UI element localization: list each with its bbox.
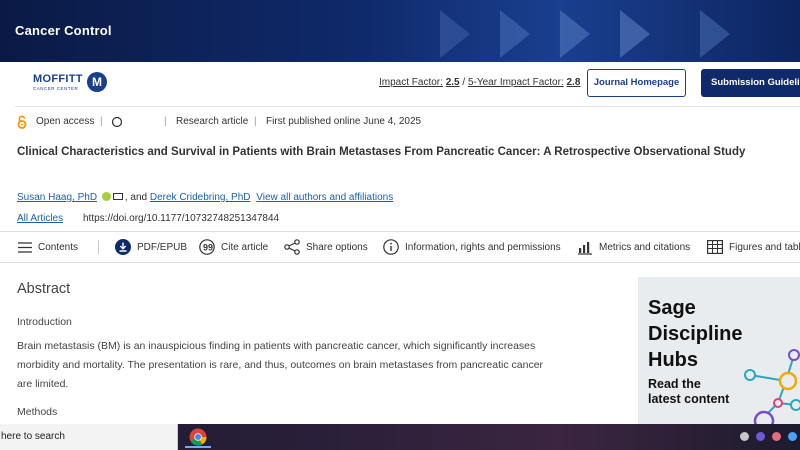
menu-icon xyxy=(18,241,32,253)
author-conjunction: , and xyxy=(124,192,148,203)
page: Cancer Control MOFFITT CANCER CENTER M I… xyxy=(0,0,800,450)
ad-headline: Sage Discipline Hubs xyxy=(648,295,742,373)
orcid-icon[interactable] xyxy=(101,192,111,201)
five-year-impact-value[interactable]: 2.8 xyxy=(567,77,581,88)
methods-heading: Methods xyxy=(17,406,58,418)
logo-subtitle: CANCER CENTER xyxy=(33,86,79,91)
taskbar-search-box[interactable]: here to search xyxy=(0,424,178,450)
figures-tables-button[interactable]: Figures and tables xyxy=(707,232,800,262)
share-icon xyxy=(284,239,300,255)
sage-hubs-ad[interactable]: Sage Discipline Hubs Read the latest con… xyxy=(638,277,800,427)
introduction-heading: Introduction xyxy=(17,316,72,328)
abstract-heading: Abstract xyxy=(17,281,71,297)
meta-separator: | xyxy=(254,116,257,127)
view-all-authors-link[interactable]: View all authors and affiliations xyxy=(256,192,393,203)
download-icon xyxy=(115,239,131,255)
ad-line: Sage xyxy=(648,297,696,319)
ad-line: Hubs xyxy=(648,349,698,371)
network-graphic-icon xyxy=(744,349,800,427)
quote-icon: 99 xyxy=(199,239,215,255)
article-title: Clinical Characteristics and Survival in… xyxy=(17,146,746,158)
impact-factor-value[interactable]: 2.5 xyxy=(446,77,460,88)
meta-separator: | xyxy=(100,116,103,127)
journal-homepage-button[interactable]: Journal Homepage xyxy=(587,69,686,97)
figures-tables-label: Figures and tables xyxy=(729,241,800,253)
table-icon xyxy=(707,240,723,254)
banner-chevron-decoration xyxy=(560,10,590,58)
submission-guidelines-button[interactable]: Submission Guidelines xyxy=(701,69,800,97)
information-label: Information, rights and permissions xyxy=(405,241,561,253)
logo-wordmark: MOFFITT xyxy=(33,73,83,85)
meta-separator: | xyxy=(164,116,167,127)
metrics-button[interactable]: Metrics and citations xyxy=(577,232,690,262)
author-link[interactable]: Susan Haag, PhD xyxy=(17,192,97,203)
chrome-icon xyxy=(189,428,207,446)
introduction-text: Brain metastasis (BM) is an inauspicious… xyxy=(17,340,544,390)
banner-chevron-decoration xyxy=(440,10,470,58)
publication-date: First published online June 4, 2025 xyxy=(266,116,422,127)
contents-button[interactable]: Contents xyxy=(18,232,78,262)
pdf-epub-label: PDF/EPUB xyxy=(137,241,188,253)
pdf-epub-button[interactable]: PDF/EPUB xyxy=(115,232,187,262)
journal-title[interactable]: Cancer Control xyxy=(15,23,112,38)
info-icon xyxy=(383,239,399,255)
article-toolbar: Contents PDF/EPUB 99 Cite article Share … xyxy=(0,231,800,263)
doi-link[interactable]: https://doi.org/10.1177/1073274825134784… xyxy=(83,213,279,224)
ad-subline: latest content xyxy=(648,392,730,406)
article-type: Research article xyxy=(176,116,249,127)
nc-icon xyxy=(112,117,122,127)
impact-separator: / xyxy=(462,77,466,88)
ad-subtext: Read the latest content xyxy=(648,377,729,407)
ad-subline: Read the xyxy=(648,377,701,391)
banner-chevron-decoration xyxy=(620,10,650,58)
all-articles-link[interactable]: All Articles xyxy=(17,213,63,224)
tray-app-icon[interactable] xyxy=(740,432,749,441)
bluetooth-icon[interactable] xyxy=(788,432,797,441)
banner-chevron-decoration xyxy=(500,10,530,58)
windows-taskbar: here to search xyxy=(0,424,800,450)
contents-label: Contents xyxy=(38,241,79,253)
cite-article-button[interactable]: 99 Cite article xyxy=(199,232,268,262)
moffitt-logo[interactable]: MOFFITT CANCER CENTER M xyxy=(33,72,109,98)
logo-mark-icon: M xyxy=(87,72,107,92)
cite-article-label: Cite article xyxy=(221,241,269,253)
author-list: Susan Haag, PhD , and Derek Cridebring, … xyxy=(17,192,393,203)
banner-chevron-decoration xyxy=(700,10,730,58)
open-access-label: Open access xyxy=(36,116,95,127)
chrome-taskbar-button[interactable] xyxy=(185,426,211,448)
metrics-label: Metrics and citations xyxy=(599,241,691,253)
five-year-impact-label[interactable]: 5-Year Impact Factor: xyxy=(468,77,564,88)
bar-chart-icon xyxy=(578,242,592,255)
journal-banner: Cancer Control xyxy=(0,0,800,62)
open-access-icon xyxy=(17,115,27,132)
author-link[interactable]: Derek Cridebring, PhD xyxy=(150,192,251,203)
tray-app-icon[interactable] xyxy=(772,432,781,441)
ad-line: Discipline xyxy=(648,323,743,345)
journal-header: MOFFITT CANCER CENTER M Impact Factor: 2… xyxy=(15,62,800,107)
impact-factor: Impact Factor: 2.5 / 5-Year Impact Facto… xyxy=(379,77,580,88)
share-options-label: Share options xyxy=(306,241,368,253)
doi-row: All Articles https://doi.org/10.1177/107… xyxy=(17,213,279,224)
svg-text:99: 99 xyxy=(203,243,213,253)
toolbar-divider xyxy=(98,240,99,254)
tray-app-icon[interactable] xyxy=(756,432,765,441)
information-button[interactable]: Information, rights and permissions xyxy=(383,232,561,262)
impact-factor-label[interactable]: Impact Factor: xyxy=(379,77,443,88)
email-icon[interactable] xyxy=(112,193,123,200)
share-options-button[interactable]: Share options xyxy=(284,232,368,262)
